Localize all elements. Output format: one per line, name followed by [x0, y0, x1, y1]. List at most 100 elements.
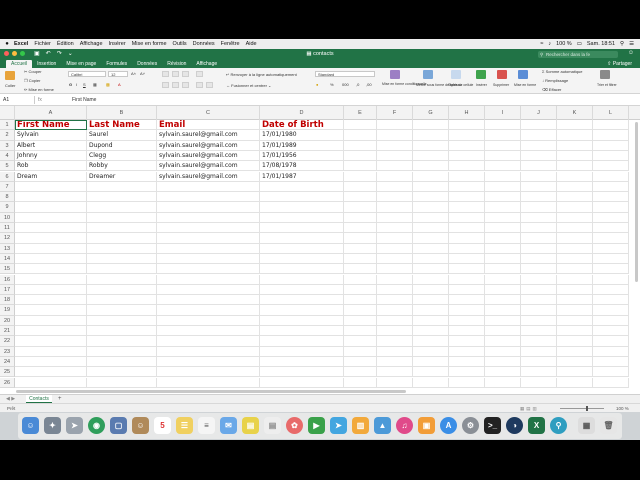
- row-header-7[interactable]: 7: [0, 181, 15, 193]
- row-header-11[interactable]: 11: [0, 223, 15, 234]
- empty-cell[interactable]: [157, 295, 260, 306]
- conditional-format-icon[interactable]: [390, 70, 400, 79]
- empty-cell[interactable]: [449, 130, 485, 141]
- empty-cell[interactable]: [449, 377, 485, 388]
- empty-cell[interactable]: [557, 315, 593, 326]
- empty-cell[interactable]: [413, 192, 449, 203]
- excel-icon[interactable]: X: [528, 417, 545, 434]
- empty-cell[interactable]: [521, 192, 557, 203]
- empty-cell[interactable]: [87, 326, 157, 337]
- empty-cell[interactable]: [15, 253, 87, 265]
- empty-cell[interactable]: [15, 212, 87, 223]
- empty-cell[interactable]: [593, 346, 629, 357]
- empty-cell[interactable]: [344, 295, 377, 306]
- fill-button[interactable]: ↓ Remplissage: [542, 78, 568, 83]
- empty-cell[interactable]: [593, 264, 629, 275]
- data-cell[interactable]: Sylvain: [15, 130, 87, 141]
- empty-cell[interactable]: [87, 367, 157, 378]
- empty-cell[interactable]: [413, 181, 449, 193]
- battery-icon[interactable]: ▭: [577, 41, 582, 47]
- empty-cell[interactable]: [15, 326, 87, 337]
- vertical-scrollbar[interactable]: [635, 122, 638, 282]
- spreadsheet-grid[interactable]: ABCDEFGHIJKL 1 First Name Last Name Email Da…: [0, 106, 640, 394]
- zoom-slider-knob[interactable]: [586, 406, 588, 411]
- calendar-icon[interactable]: 5: [154, 417, 171, 434]
- empty-cell[interactable]: [485, 295, 521, 306]
- empty-cell[interactable]: [593, 356, 629, 368]
- empty-cell[interactable]: [521, 346, 557, 357]
- column-header-f[interactable]: F: [377, 106, 413, 120]
- empty-cell[interactable]: [15, 233, 87, 244]
- empty-cell[interactable]: [344, 130, 377, 141]
- empty-cell[interactable]: [87, 202, 157, 213]
- data-cell[interactable]: sylvain.saurel@gmail.com: [157, 171, 260, 182]
- empty-cell[interactable]: [521, 171, 557, 182]
- empty-cell[interactable]: [557, 243, 593, 254]
- empty-cell[interactable]: [157, 284, 260, 296]
- cut-button[interactable]: ✂ Couper: [24, 69, 42, 74]
- empty-cell[interactable]: [344, 212, 377, 223]
- empty-cell[interactable]: [344, 202, 377, 213]
- tab-insertion[interactable]: Insertion: [32, 60, 61, 68]
- empty-cell[interactable]: [557, 192, 593, 203]
- data-cell[interactable]: Johnny: [15, 150, 87, 162]
- fill-color-icon[interactable]: ▩: [106, 82, 110, 87]
- empty-cell[interactable]: [87, 192, 157, 203]
- name-box[interactable]: A1: [1, 96, 33, 104]
- header-cell[interactable]: Email: [157, 120, 260, 131]
- keynote-icon[interactable]: ▲: [374, 417, 391, 434]
- orientation-icon[interactable]: [196, 71, 203, 77]
- menu-mise-en-forme[interactable]: Mise en forme: [132, 41, 167, 47]
- empty-cell[interactable]: [15, 295, 87, 306]
- empty-cell[interactable]: [260, 326, 344, 337]
- empty-cell[interactable]: [157, 274, 260, 285]
- empty-cell[interactable]: [557, 212, 593, 223]
- empty-cell[interactable]: [521, 253, 557, 265]
- data-cell[interactable]: 17/01/1987: [260, 171, 344, 182]
- stickies-icon[interactable]: ▤: [242, 417, 259, 434]
- formula-fx-icon[interactable]: fx: [38, 96, 42, 104]
- preview-icon[interactable]: ▢: [110, 417, 127, 434]
- data-cell[interactable]: sylvain.saurel@gmail.com: [157, 130, 260, 141]
- empty-cell[interactable]: [260, 377, 344, 388]
- empty-cell[interactable]: [449, 171, 485, 182]
- empty-cell[interactable]: [377, 212, 413, 223]
- empty-cell[interactable]: [344, 233, 377, 244]
- empty-cell[interactable]: [485, 192, 521, 203]
- menu-outils[interactable]: Outils: [173, 41, 187, 47]
- row-header-9[interactable]: 9: [0, 202, 15, 213]
- empty-cell[interactable]: [157, 233, 260, 244]
- data-cell[interactable]: Dupond: [87, 140, 157, 151]
- row-header-6[interactable]: 6: [0, 171, 15, 182]
- empty-cell[interactable]: [260, 264, 344, 275]
- horizontal-scrollbar[interactable]: [16, 390, 406, 393]
- empty-cell[interactable]: [15, 264, 87, 275]
- empty-cell[interactable]: [485, 202, 521, 213]
- empty-cell[interactable]: [557, 161, 593, 172]
- empty-cell[interactable]: [557, 202, 593, 213]
- align-left-icon[interactable]: [162, 82, 169, 88]
- empty-cell[interactable]: [449, 181, 485, 193]
- row-header-2[interactable]: 2: [0, 130, 15, 141]
- empty-cell[interactable]: [344, 161, 377, 172]
- quicktime-icon[interactable]: ⚲: [550, 417, 567, 434]
- data-cell[interactable]: sylvain.saurel@gmail.com: [157, 140, 260, 151]
- empty-cell[interactable]: [260, 367, 344, 378]
- empty-cell[interactable]: [344, 326, 377, 337]
- empty-cell[interactable]: [377, 377, 413, 388]
- column-header-b[interactable]: B: [87, 106, 157, 120]
- data-cell[interactable]: 17/08/1978: [260, 161, 344, 172]
- empty-cell[interactable]: [557, 336, 593, 347]
- empty-cell[interactable]: [157, 223, 260, 234]
- empty-cell[interactable]: [157, 181, 260, 193]
- data-cell[interactable]: Clegg: [87, 150, 157, 162]
- empty-cell[interactable]: [413, 212, 449, 223]
- empty-cell[interactable]: [377, 181, 413, 193]
- empty-cell[interactable]: [15, 346, 87, 357]
- empty-cell[interactable]: [377, 150, 413, 162]
- empty-cell[interactable]: [557, 181, 593, 193]
- empty-cell[interactable]: [593, 284, 629, 296]
- empty-cell[interactable]: [449, 315, 485, 326]
- empty-cell[interactable]: [413, 202, 449, 213]
- empty-cell[interactable]: [449, 223, 485, 234]
